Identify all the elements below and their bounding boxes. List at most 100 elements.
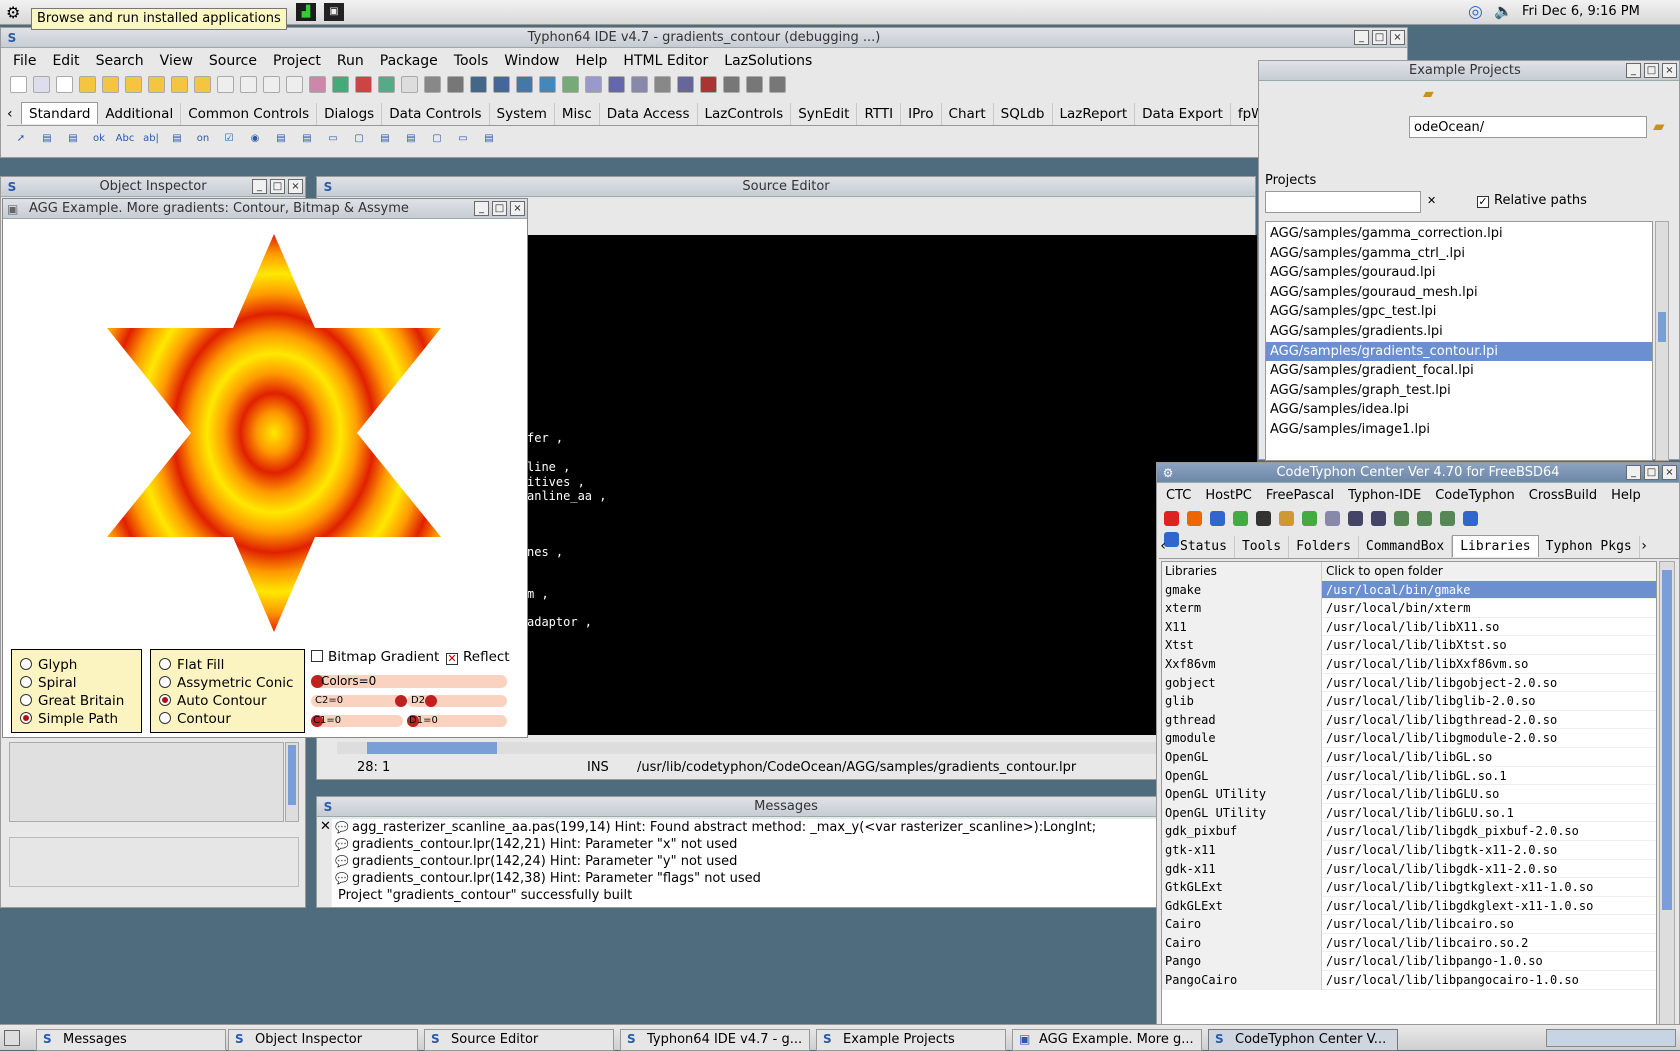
tab-chart[interactable]: Chart bbox=[942, 103, 994, 125]
library-path[interactable]: /usr/local/lib/libcairo.so.2 bbox=[1322, 933, 1656, 953]
toolbar-tool-icon[interactable] bbox=[355, 76, 372, 93]
ct-toolbar-icon[interactable] bbox=[1440, 511, 1455, 526]
component-icon[interactable]: ▤ bbox=[478, 129, 500, 149]
editor-hscrollbar[interactable] bbox=[337, 742, 1257, 754]
toolbar-tool-icon[interactable] bbox=[539, 76, 556, 93]
reflect-checkbox[interactable]: ✕ Reflect bbox=[446, 649, 510, 665]
library-path[interactable]: /usr/local/lib/libpangocairo-1.0.so bbox=[1322, 971, 1656, 990]
tab-sqldb[interactable]: SQLdb bbox=[994, 103, 1053, 125]
table-row[interactable]: gthread/usr/local/lib/libgthread-2.0.so bbox=[1162, 710, 1656, 730]
libraries-scrollbar[interactable] bbox=[1659, 561, 1675, 1027]
tab-common-controls[interactable]: Common Controls bbox=[181, 103, 318, 125]
library-path[interactable]: /usr/local/lib/libGL.so.1 bbox=[1322, 766, 1656, 786]
menu-item-edit[interactable]: Edit bbox=[44, 50, 87, 72]
radio-great-britain[interactable]: Great Britain bbox=[20, 692, 141, 710]
library-path[interactable]: /usr/local/lib/libgthread-2.0.so bbox=[1322, 710, 1656, 730]
radio-flat-fill[interactable]: Flat Fill bbox=[159, 656, 304, 674]
tab-additional[interactable]: Additional bbox=[98, 103, 182, 125]
toolbar-tool-icon[interactable] bbox=[309, 76, 326, 93]
slider-knob[interactable] bbox=[395, 695, 407, 707]
menu-item-help[interactable]: Help bbox=[1604, 485, 1648, 507]
path-input[interactable] bbox=[1409, 116, 1647, 138]
component-icon[interactable]: ▤ bbox=[166, 129, 188, 149]
colors-slider[interactable]: Colors=0 bbox=[311, 675, 507, 688]
menu-item-lazsolutions[interactable]: LazSolutions bbox=[716, 50, 820, 72]
table-row[interactable]: OpenGL/usr/local/lib/libGL.so bbox=[1162, 747, 1656, 767]
table-row[interactable]: X11/usr/local/lib/libX11.so bbox=[1162, 617, 1656, 637]
library-path[interactable]: /usr/local/lib/libgtkglext-x11-1.0.so bbox=[1322, 878, 1656, 897]
folder-icon[interactable]: ▰ bbox=[1423, 86, 1434, 102]
radio-contour[interactable]: Contour bbox=[159, 710, 304, 728]
component-icon[interactable]: ▤ bbox=[270, 129, 292, 149]
tab-typhon-pkgs[interactable]: Typhon Pkgs bbox=[1539, 536, 1640, 558]
library-path[interactable]: /usr/local/lib/libXxf86vm.so bbox=[1322, 654, 1656, 674]
toolbar-tool-icon[interactable] bbox=[723, 76, 740, 93]
tab-lazcontrols[interactable]: LazControls bbox=[698, 103, 792, 125]
library-path[interactable]: /usr/local/lib/libcairo.so bbox=[1322, 915, 1656, 934]
tab-synedit[interactable]: SynEdit bbox=[791, 103, 858, 125]
tab-ipro[interactable]: IPro bbox=[901, 103, 942, 125]
table-row[interactable]: gmodule/usr/local/lib/libgmodule-2.0.so bbox=[1162, 729, 1656, 748]
tab-scroll-right-icon[interactable]: › bbox=[1640, 538, 1650, 554]
library-path[interactable]: /usr/local/lib/libgdk_pixbuf-2.0.so bbox=[1322, 822, 1656, 841]
minimize-icon[interactable]: _ bbox=[1354, 30, 1369, 45]
toolbar-tool-icon[interactable] bbox=[378, 76, 395, 93]
workspace-switcher[interactable] bbox=[1546, 1029, 1676, 1047]
library-path[interactable]: /usr/local/lib/libX11.so bbox=[1322, 617, 1656, 637]
taskbar-item-object-inspector[interactable]: S Object Inspector bbox=[228, 1029, 418, 1051]
menu-item-project[interactable]: Project bbox=[265, 50, 329, 72]
toolbar-tool-icon[interactable] bbox=[10, 76, 27, 93]
tab-standard[interactable]: Standard bbox=[21, 102, 99, 124]
maximize-icon[interactable]: □ bbox=[1372, 30, 1387, 45]
source-editor-title-bar[interactable]: S Source Editor bbox=[317, 177, 1255, 197]
list-item[interactable]: AGG/samples/gouraud_mesh.lpi bbox=[1266, 283, 1652, 303]
toolbar-tool-icon[interactable] bbox=[516, 76, 533, 93]
c2-slider[interactable]: C2=0 bbox=[311, 695, 407, 707]
table-row[interactable]: gmake/usr/local/bin/gmake bbox=[1162, 580, 1656, 600]
toolbar-tool-icon[interactable] bbox=[171, 76, 188, 93]
radio-glyph[interactable]: Glyph bbox=[20, 656, 141, 674]
list-item[interactable]: AGG/samples/gpc_test.lpi bbox=[1266, 302, 1652, 322]
library-path[interactable]: /usr/local/bin/xterm bbox=[1322, 599, 1656, 618]
ct-toolbar-icon[interactable] bbox=[1210, 511, 1225, 526]
taskbar-item-example-projects[interactable]: S Example Projects bbox=[816, 1029, 1006, 1051]
list-item[interactable]: AGG/samples/gouraud.lpi bbox=[1266, 263, 1652, 283]
ct-center-title-bar[interactable]: ⚙ CodeTyphon Center Ver 4.70 for FreeBSD… bbox=[1157, 463, 1679, 483]
tab-scroll-left-icon[interactable]: ‹ bbox=[7, 106, 21, 122]
list-item[interactable]: AGG/samples/gamma_ctrl_.lpi bbox=[1266, 244, 1652, 264]
projects-scrollbar[interactable] bbox=[1655, 221, 1669, 461]
tab-misc[interactable]: Misc bbox=[555, 103, 600, 125]
ct-toolbar-icon[interactable] bbox=[1463, 511, 1478, 526]
volume-icon[interactable]: 🔈 bbox=[1494, 2, 1513, 20]
d1-slider[interactable]: D1=0 bbox=[407, 715, 507, 727]
library-path[interactable]: /usr/local/lib/libgobject-2.0.so bbox=[1322, 673, 1656, 693]
component-icon[interactable]: ◉ bbox=[244, 129, 266, 149]
ct-toolbar-icon[interactable] bbox=[1371, 511, 1386, 526]
library-path[interactable]: /usr/local/lib/libpango-1.0.so bbox=[1322, 952, 1656, 972]
maximize-icon[interactable]: □ bbox=[492, 201, 507, 216]
tab-libraries[interactable]: Libraries bbox=[1452, 535, 1539, 557]
component-icon[interactable]: ➚ bbox=[10, 129, 32, 149]
toolbar-tool-icon[interactable] bbox=[217, 76, 234, 93]
table-row[interactable]: PangoCairo/usr/local/lib/libpangocairo-1… bbox=[1162, 971, 1656, 990]
taskbar-item-codetyphon-center-v[interactable]: S CodeTyphon Center V... bbox=[1208, 1029, 1398, 1051]
tab-data-export[interactable]: Data Export bbox=[1135, 103, 1231, 125]
tab-dialogs[interactable]: Dialogs bbox=[317, 103, 383, 125]
toolbar-tool-icon[interactable] bbox=[585, 76, 602, 93]
taskbar-item-source-editor[interactable]: S Source Editor bbox=[424, 1029, 614, 1051]
ct-toolbar-icon[interactable] bbox=[1348, 511, 1363, 526]
close-icon[interactable]: × bbox=[288, 179, 303, 194]
toolbar-tool-icon[interactable] bbox=[148, 76, 165, 93]
component-icon[interactable]: ☑ bbox=[218, 129, 240, 149]
system-monitor-icon[interactable]: ▟ bbox=[296, 3, 316, 21]
ct-toolbar-icon[interactable] bbox=[1302, 511, 1317, 526]
tab-commandbox[interactable]: CommandBox bbox=[1359, 536, 1453, 558]
component-icon[interactable]: Abc bbox=[114, 129, 136, 149]
menu-item-hostpc[interactable]: HostPC bbox=[1198, 485, 1259, 507]
menu-item-view[interactable]: View bbox=[152, 50, 201, 72]
clear-filter-icon[interactable]: ✕ bbox=[1427, 194, 1436, 207]
list-item[interactable]: AGG/samples/image1.lpi bbox=[1266, 420, 1652, 440]
menu-item-tools[interactable]: Tools bbox=[446, 50, 497, 72]
table-row[interactable]: OpenGL UTility/usr/local/lib/libGLU.so.1 bbox=[1162, 803, 1656, 823]
component-icon[interactable]: on bbox=[192, 129, 214, 149]
